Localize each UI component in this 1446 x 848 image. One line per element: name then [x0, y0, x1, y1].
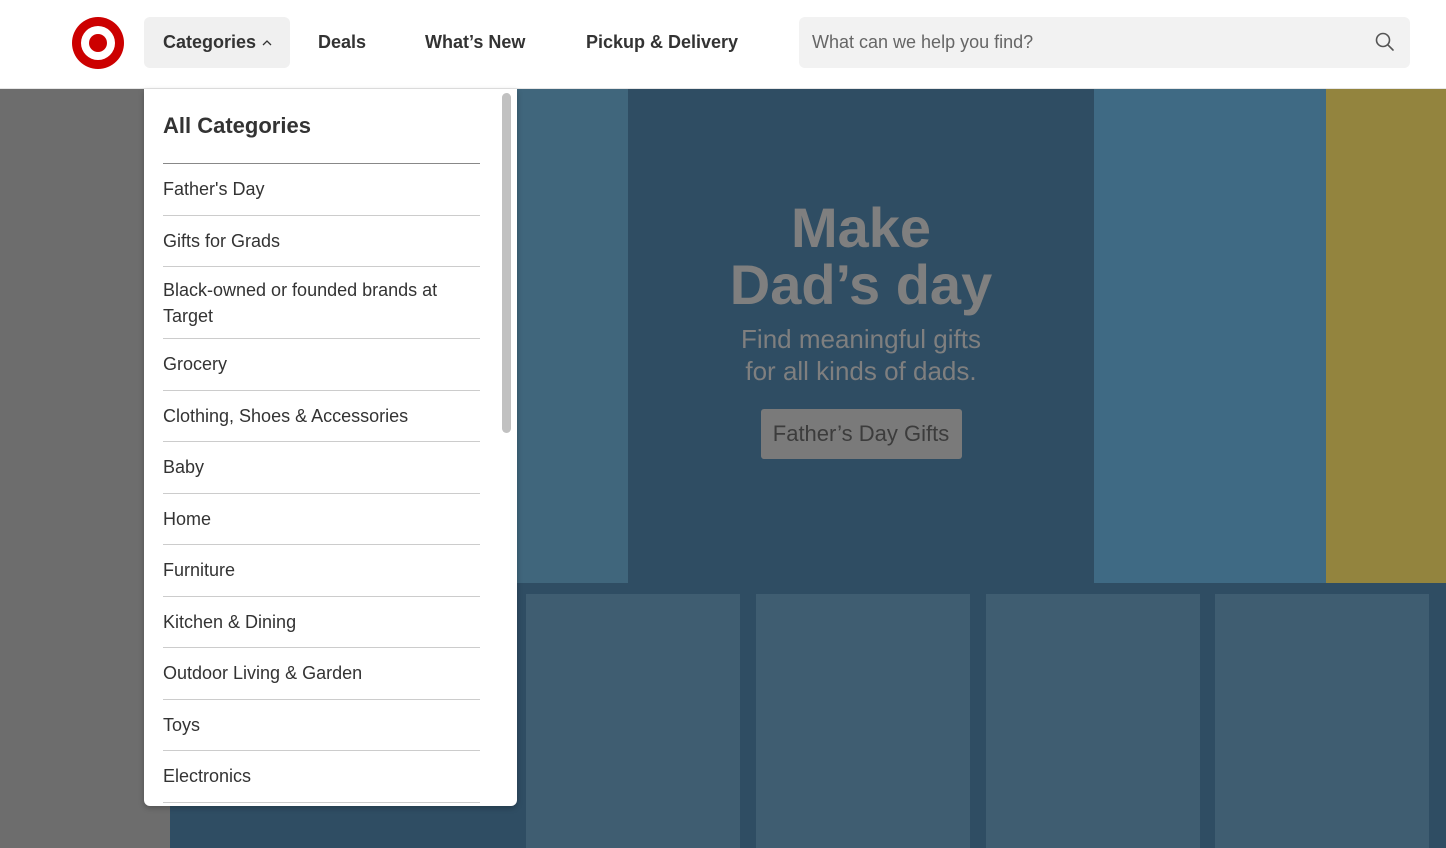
- search-icon[interactable]: [1374, 31, 1396, 53]
- menu-title: All Categories: [163, 113, 311, 138]
- hero-text-block: Make Dad’s day Find meaningful gifts for…: [686, 199, 1036, 459]
- hero-title-line: Make: [790, 196, 932, 259]
- hero-subtitle-line: Find meaningful gifts: [741, 324, 981, 354]
- promo-card[interactable]: [756, 594, 970, 848]
- fathers-day-gifts-button[interactable]: Father’s Day Gifts: [760, 409, 962, 459]
- category-item-home[interactable]: Home: [163, 494, 480, 545]
- chevron-up-icon: [262, 39, 272, 45]
- search-bar: [799, 17, 1410, 68]
- pickup-delivery-link[interactable]: Pickup & Delivery: [586, 17, 738, 68]
- hero-subtitle: Find meaningful gifts for all kinds of d…: [686, 323, 1036, 387]
- category-item-gifts-for-grads[interactable]: Gifts for Grads: [163, 216, 480, 267]
- category-item-baby[interactable]: Baby: [163, 442, 480, 494]
- categories-button[interactable]: Categories: [144, 17, 290, 68]
- hero-photo-kid: [516, 89, 628, 583]
- category-item-electronics[interactable]: Electronics: [163, 751, 480, 803]
- promo-card[interactable]: [986, 594, 1200, 848]
- category-item-black-owned-brands[interactable]: Black-owned or founded brands at Target: [163, 267, 480, 339]
- promo-card[interactable]: [526, 594, 740, 848]
- category-item-fathers-day[interactable]: Father's Day: [163, 164, 480, 216]
- whats-new-link[interactable]: What’s New: [425, 17, 525, 68]
- hero-photo-grill-tools: [1094, 89, 1326, 583]
- target-logo-icon[interactable]: [72, 17, 124, 69]
- menu-scrollbar[interactable]: [502, 93, 511, 433]
- category-item-kitchen-dining[interactable]: Kitchen & Dining: [163, 597, 480, 648]
- deals-link[interactable]: Deals: [318, 17, 366, 68]
- fathers-day-hero-banner[interactable]: Make Dad’s day Find meaningful gifts for…: [516, 89, 1446, 583]
- category-item-grocery[interactable]: Grocery: [163, 339, 480, 391]
- site-header: Categories Deals What’s New Pickup & Del…: [0, 0, 1446, 89]
- category-list: Father's Day Gifts for Grads Black-owned…: [163, 163, 480, 803]
- categories-dropdown-menu: All Categories Father's Day Gifts for Gr…: [144, 89, 517, 806]
- categories-label: Categories: [163, 32, 257, 52]
- hero-title-line: Dad’s day: [729, 253, 993, 316]
- category-item-outdoor-living[interactable]: Outdoor Living & Garden: [163, 648, 480, 700]
- hero-title: Make Dad’s day: [686, 199, 1036, 313]
- promo-card[interactable]: [1215, 594, 1429, 848]
- hero-subtitle-line: for all kinds of dads.: [745, 356, 977, 386]
- category-item-toys[interactable]: Toys: [163, 700, 480, 751]
- hero-photo-bowling: [1326, 89, 1446, 583]
- search-input[interactable]: [799, 17, 1359, 68]
- category-item-furniture[interactable]: Furniture: [163, 545, 480, 597]
- category-item-clothing[interactable]: Clothing, Shoes & Accessories: [163, 391, 480, 442]
